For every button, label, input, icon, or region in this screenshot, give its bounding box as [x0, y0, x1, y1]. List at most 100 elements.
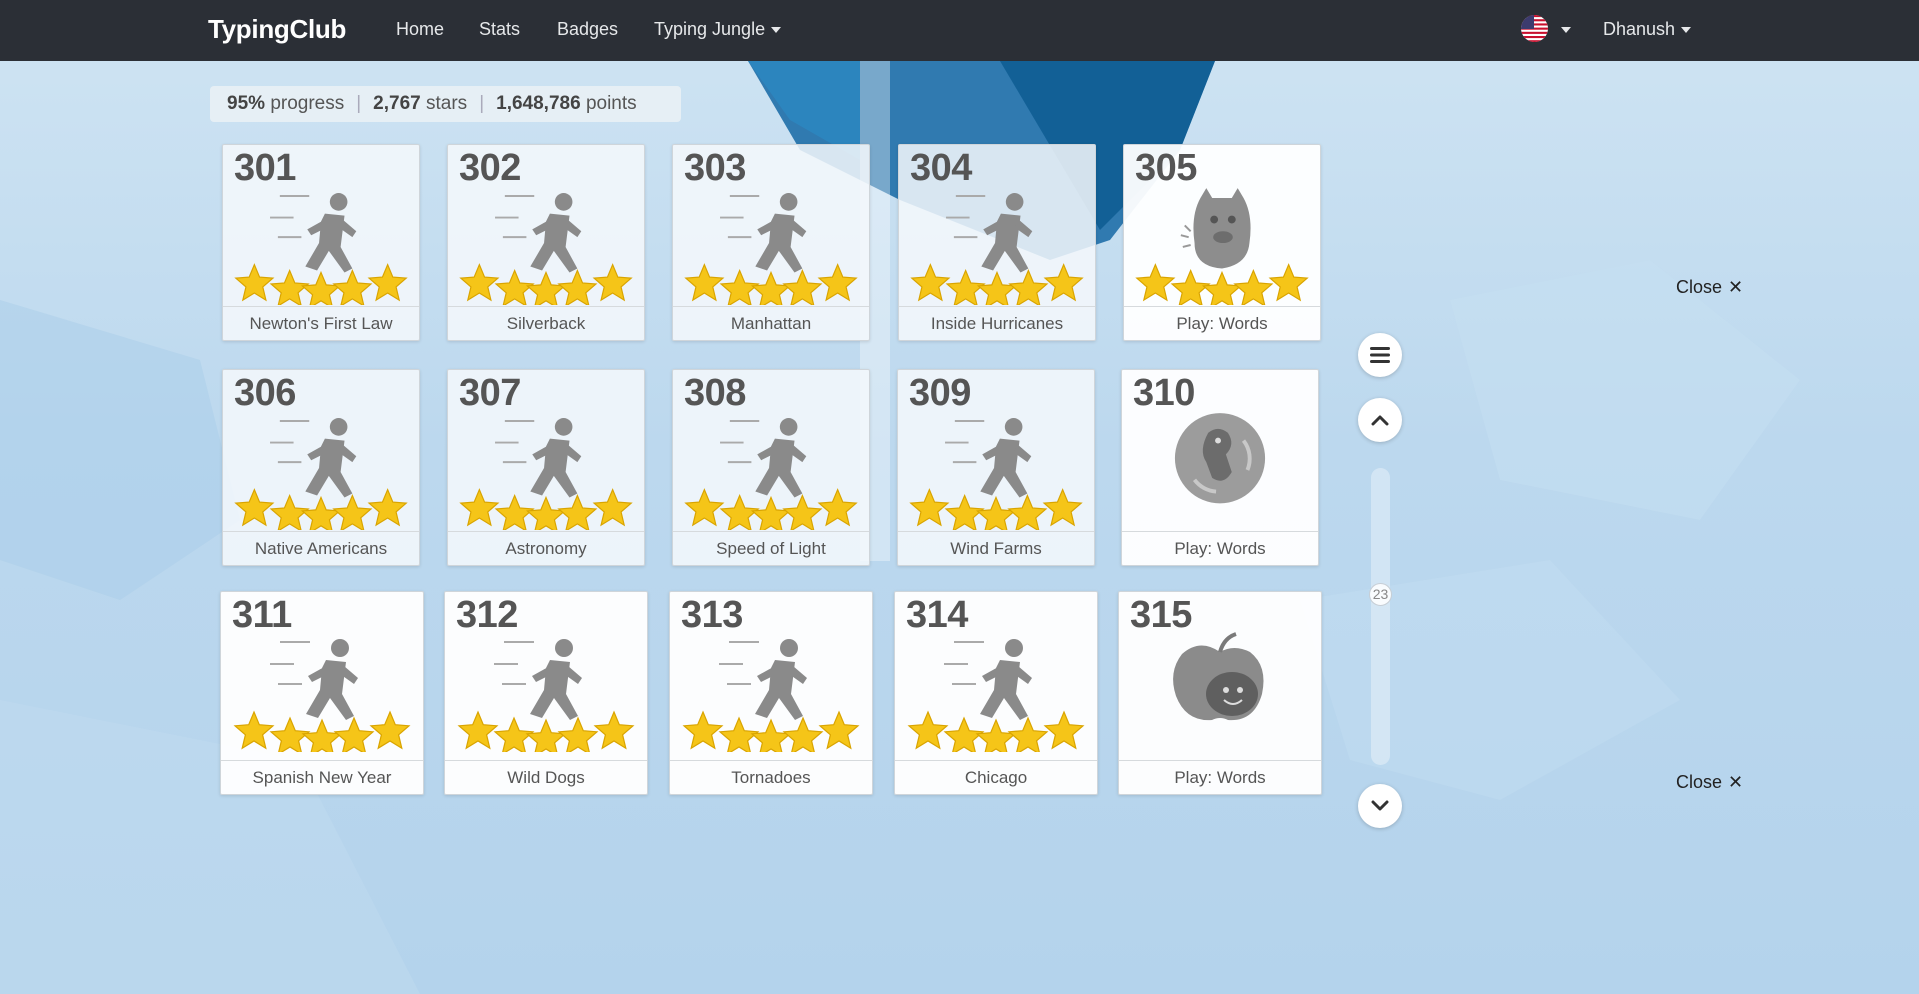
page-indicator[interactable]: 23 — [1369, 583, 1392, 606]
lesson-tile-306[interactable]: 306 Native Americans — [222, 369, 420, 566]
star-icon — [592, 263, 633, 302]
star-icon — [557, 716, 599, 756]
star-icon — [367, 263, 408, 302]
star-icon — [684, 488, 725, 527]
brand-logo[interactable]: TypingClub — [208, 14, 346, 45]
scroll-down-button[interactable] — [1358, 784, 1402, 828]
lesson-tile-304[interactable]: 304 Inside Hurricanes — [898, 144, 1096, 341]
lesson-number: 302 — [459, 147, 521, 189]
user-menu[interactable]: Dhanush — [1603, 19, 1692, 40]
lesson-tile-310[interactable]: 310 Play: Words — [1121, 369, 1319, 566]
stars-label: stars — [426, 93, 468, 114]
runner-icon — [895, 632, 1097, 758]
lesson-tile-311[interactable]: 311 Spanish New Year — [220, 591, 424, 795]
menu-button[interactable] — [1358, 333, 1402, 377]
star-icon — [494, 268, 535, 308]
star-icon — [943, 716, 985, 756]
star-icon — [750, 495, 792, 535]
monster-icon — [1124, 185, 1320, 310]
lesson-number: 310 — [1133, 372, 1195, 414]
star-icon — [1042, 488, 1083, 527]
star-icon — [557, 493, 598, 533]
lesson-number: 308 — [684, 372, 746, 414]
lesson-title: Newton's First Law — [223, 306, 419, 340]
star-icon — [782, 493, 823, 533]
star-icon — [301, 718, 343, 758]
star-icon — [1233, 268, 1274, 308]
star-icon — [1008, 268, 1049, 308]
page-scroll-track[interactable] — [1371, 468, 1390, 765]
lesson-tile-308[interactable]: 308 Speed of Light — [672, 369, 870, 566]
star-icon — [975, 495, 1017, 535]
star-icon — [907, 710, 949, 750]
star-icon — [1007, 716, 1049, 756]
star-icon — [719, 493, 760, 533]
lesson-number: 315 — [1130, 594, 1192, 636]
star-icon — [718, 716, 760, 756]
runner-icon — [899, 185, 1095, 310]
lesson-title: Manhattan — [673, 306, 869, 340]
scroll-up-button[interactable] — [1358, 398, 1402, 442]
nav-typing-jungle[interactable]: Typing Jungle — [654, 19, 782, 40]
star-icon — [817, 488, 858, 527]
star-icon — [593, 710, 635, 750]
chevron-up-icon — [1371, 415, 1389, 426]
lesson-tile-314[interactable]: 314 Chicago — [894, 591, 1098, 795]
close-link-top[interactable]: Close ✕ — [1676, 277, 1743, 298]
star-icon — [459, 263, 500, 302]
lesson-title: Play: Words — [1119, 760, 1321, 794]
user-name: Dhanush — [1603, 19, 1676, 39]
runner-icon — [221, 632, 423, 758]
close-icon: ✕ — [1728, 277, 1744, 297]
lesson-title: Tornadoes — [670, 760, 872, 794]
nav-home[interactable]: Home — [396, 19, 444, 40]
close-link-bottom[interactable]: Close ✕ — [1676, 772, 1743, 793]
star-icon — [333, 716, 375, 756]
nav-stats[interactable]: Stats — [479, 19, 520, 40]
runner-icon — [223, 185, 419, 310]
lesson-tile-307[interactable]: 307 Astronomy — [447, 369, 645, 566]
divider: | — [479, 93, 485, 114]
lesson-tile-303[interactable]: 303 Manhattan — [672, 144, 870, 341]
close-icon: ✕ — [1728, 772, 1744, 792]
lesson-title: Chicago — [895, 760, 1097, 794]
caret-down-icon — [1681, 27, 1692, 34]
progress-label: progress — [270, 93, 345, 114]
lesson-tile-312[interactable]: 312 Wild Dogs — [444, 591, 648, 795]
star-icon — [910, 263, 951, 302]
menu-icon — [1370, 347, 1390, 363]
runner-icon — [448, 185, 644, 310]
runner-icon — [673, 410, 869, 535]
lesson-title: Play: Words — [1124, 306, 1320, 340]
lesson-number: 312 — [456, 594, 518, 636]
star-icon — [1201, 270, 1243, 310]
language-caret-icon[interactable] — [1561, 27, 1571, 33]
star-icon — [1043, 263, 1084, 302]
lesson-number: 311 — [232, 594, 292, 636]
star-icon — [300, 270, 342, 310]
lesson-title: Speed of Light — [673, 531, 869, 565]
stars-value: 2,767 — [373, 93, 421, 114]
runner-icon — [898, 410, 1094, 535]
star-icon — [719, 268, 760, 308]
star-icon — [976, 270, 1018, 310]
star-icon — [457, 710, 499, 750]
lesson-tile-301[interactable]: 301 Newton's First Law — [222, 144, 420, 341]
lesson-tile-313[interactable]: 313 Tornadoes — [669, 591, 873, 795]
lesson-tile-309[interactable]: 309 Wind Farms — [897, 369, 1095, 566]
star-icon — [782, 716, 824, 756]
nav-badges[interactable]: Badges — [557, 19, 618, 40]
lesson-tile-302[interactable]: 302 Silverback — [447, 144, 645, 341]
star-icon — [234, 488, 275, 527]
divider: | — [356, 93, 362, 114]
star-icon — [525, 495, 567, 535]
lesson-title: Wind Farms — [898, 531, 1094, 565]
lesson-tile-315[interactable]: 315 Play: Words — [1118, 591, 1322, 795]
star-icon — [557, 268, 598, 308]
star-icon — [525, 718, 567, 758]
lesson-number: 303 — [684, 147, 746, 189]
us-flag-icon[interactable] — [1521, 15, 1548, 42]
star-icon — [233, 710, 275, 750]
lesson-title: Spanish New Year — [221, 760, 423, 794]
lesson-tile-305[interactable]: 305 Play: Words — [1123, 144, 1321, 341]
